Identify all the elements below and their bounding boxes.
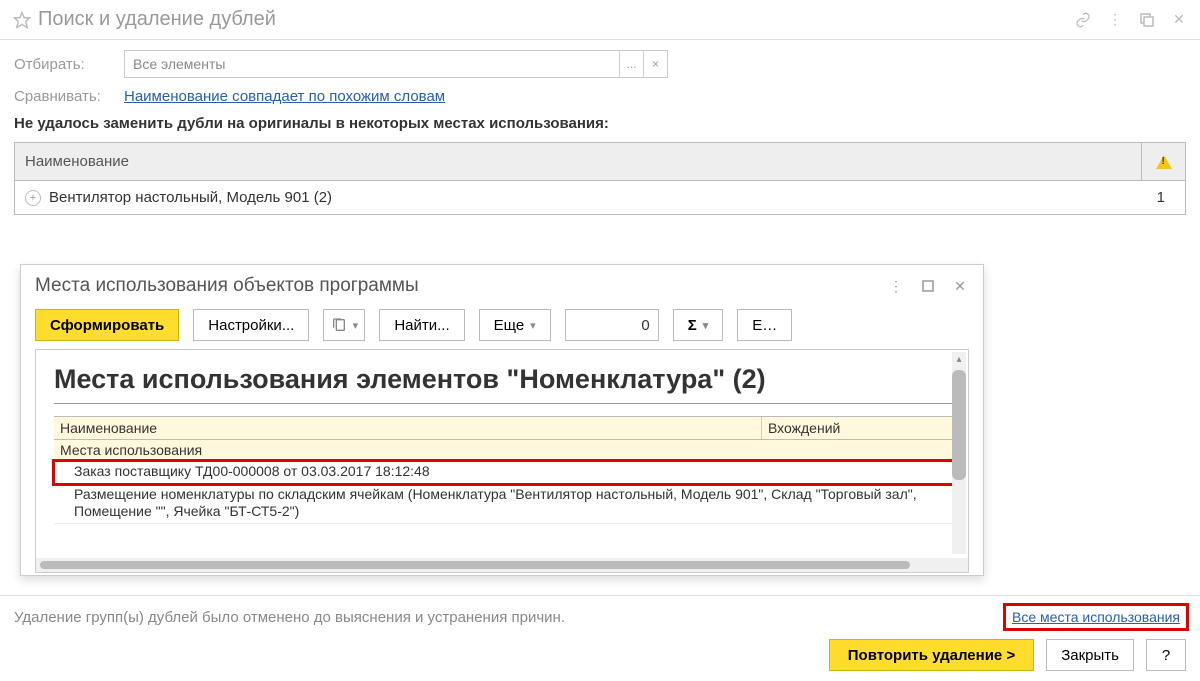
main-window: Поиск и удаление дублей ⋮ ✕ Отбирать: ..…: [0, 0, 1200, 681]
link-icon[interactable]: [1074, 11, 1092, 29]
titlebar: Поиск и удаление дублей ⋮ ✕: [0, 0, 1200, 40]
more-button[interactable]: Еще: [479, 309, 551, 341]
filter-combo: ... ×: [124, 50, 668, 78]
close-icon[interactable]: ✕: [1170, 11, 1188, 29]
expand-icon[interactable]: +: [25, 190, 41, 206]
retry-button[interactable]: Повторить удаление >: [829, 639, 1034, 671]
compare-link[interactable]: Наименование совпадает по похожим словам: [124, 88, 445, 105]
form-body: Отбирать: ... × Сравнивать: Наименование…: [0, 40, 1200, 225]
dialog-close-icon[interactable]: ✕: [951, 277, 969, 295]
results-grid: Наименование + Вентилятор настольный, Мо…: [14, 142, 1186, 215]
kebab-icon[interactable]: ⋮: [1106, 11, 1124, 29]
settings-button[interactable]: Настройки...: [193, 309, 309, 341]
report-row-2[interactable]: Размещение номенклатуры по складским яче…: [54, 484, 962, 524]
filter-more-button[interactable]: ...: [619, 51, 643, 77]
report-area: Места использования элементов "Номенклат…: [35, 349, 969, 573]
close-button[interactable]: Закрыть: [1046, 639, 1134, 671]
scroll-thumb[interactable]: [952, 370, 966, 480]
usage-dialog: Места использования объектов программы ⋮…: [20, 264, 984, 576]
report-row-1[interactable]: Заказ поставщику ТД00-000008 от 03.03.20…: [54, 461, 962, 484]
filter-input[interactable]: [125, 56, 619, 72]
footer-top: Удаление групп(ы) дублей было отменено д…: [14, 606, 1186, 628]
footer-buttons: Повторить удаление > Закрыть ?: [14, 639, 1186, 671]
dialog-titlebar: Места использования объектов программы ⋮…: [21, 265, 983, 303]
report-col-count[interactable]: Вхождений: [762, 417, 962, 439]
scroll-up-icon[interactable]: ▴: [952, 352, 966, 366]
compare-label: Сравнивать:: [14, 88, 124, 105]
window-controls: ⋮ ✕: [1074, 11, 1188, 29]
report-table-head: Наименование Вхождений: [54, 416, 962, 440]
grid-col-name[interactable]: Наименование: [15, 143, 1141, 180]
report-title: Места использования элементов "Номенклат…: [54, 360, 962, 404]
vertical-scrollbar[interactable]: ▴: [952, 352, 966, 554]
window-title: Поиск и удаление дублей: [38, 8, 1074, 31]
scroll-thumb-h[interactable]: [40, 561, 910, 569]
maximize-icon[interactable]: [1138, 11, 1156, 29]
horizontal-scrollbar[interactable]: [36, 558, 968, 572]
compare-row: Сравнивать: Наименование совпадает по по…: [14, 88, 1186, 105]
sigma-button[interactable]: Σ: [673, 309, 724, 341]
grid-row-count: 1: [1141, 189, 1175, 206]
report-table: Наименование Вхождений Места использован…: [54, 416, 962, 524]
dialog-controls: ⋮ ✕: [887, 277, 969, 295]
report-inner: Места использования элементов "Номенклат…: [36, 350, 968, 558]
help-button[interactable]: ?: [1146, 639, 1186, 671]
extra-button[interactable]: Е…: [737, 309, 792, 341]
grid-row-text: Вентилятор настольный, Модель 901 (2): [49, 189, 1141, 206]
all-usages-link[interactable]: Все места использования: [1006, 606, 1186, 628]
warning-icon: [1156, 155, 1172, 169]
clipboard-button[interactable]: [323, 309, 365, 341]
footer-message: Удаление групп(ы) дублей было отменено д…: [14, 609, 1006, 626]
grid-row[interactable]: + Вентилятор настольный, Модель 901 (2) …: [15, 181, 1185, 214]
dialog-toolbar: Сформировать Настройки... Найти... Еще 0…: [21, 303, 983, 349]
report-subheader: Места использования: [54, 440, 962, 461]
error-message: Не удалось заменить дубли на оригиналы в…: [14, 115, 1186, 132]
generate-button[interactable]: Сформировать: [35, 309, 179, 341]
grid-header: Наименование: [15, 143, 1185, 181]
footer: Удаление групп(ы) дублей было отменено д…: [0, 595, 1200, 681]
filter-label: Отбирать:: [14, 56, 124, 73]
filter-row: Отбирать: ... ×: [14, 50, 1186, 78]
grid-col-warn: [1141, 143, 1185, 180]
filter-clear-button[interactable]: ×: [643, 51, 667, 77]
favorite-star-icon[interactable]: [12, 10, 32, 30]
count-box[interactable]: 0: [565, 309, 659, 341]
find-button[interactable]: Найти...: [379, 309, 464, 341]
dialog-title: Места использования объектов программы: [35, 275, 887, 297]
dialog-kebab-icon[interactable]: ⋮: [887, 277, 905, 295]
dialog-maximize-icon[interactable]: [919, 277, 937, 295]
report-col-name[interactable]: Наименование: [54, 417, 762, 439]
